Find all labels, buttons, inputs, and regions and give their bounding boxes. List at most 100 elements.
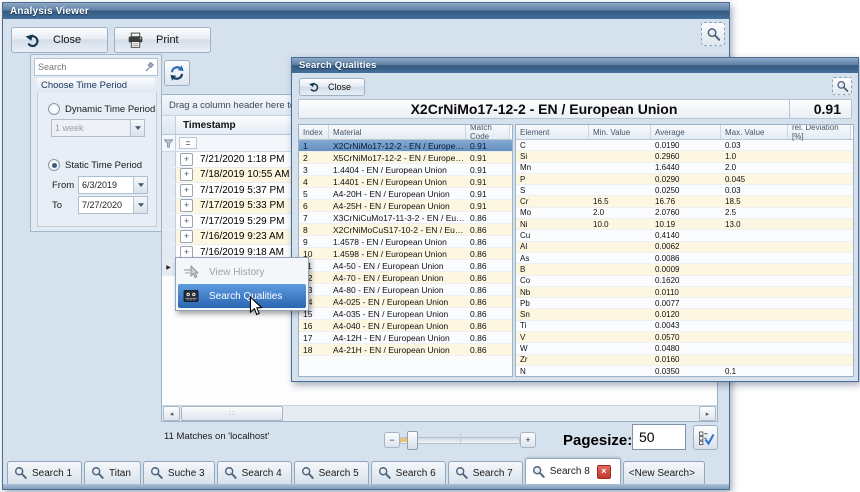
material-row[interactable]: 17A4-12H - EN / European Union0.86 [299, 332, 512, 344]
material-cell: 1 [299, 141, 329, 151]
tab-search-5[interactable]: Search 5 [294, 461, 369, 484]
slider-thumb[interactable] [407, 431, 418, 450]
print-button[interactable]: Print [114, 27, 211, 53]
element-cell: Cr [516, 197, 589, 206]
expand-icon[interactable]: + [180, 215, 193, 228]
element-row[interactable]: Mn1.64402.0 [516, 163, 853, 174]
material-row[interactable]: 7X3CrNiCuMo17-11-3-2 - EN / European Uni… [299, 212, 512, 224]
refresh-button[interactable] [164, 60, 190, 86]
tab-titan[interactable]: Titan [84, 461, 141, 484]
expand-icon[interactable]: + [180, 153, 193, 166]
chevron-down-icon[interactable] [133, 197, 147, 213]
pagesize-input[interactable] [632, 424, 686, 450]
material-row[interactable]: 14A4-025 - EN / European Union0.86 [299, 296, 512, 308]
dynamic-time-period-radio[interactable]: Dynamic Time Period [48, 103, 155, 115]
tab-search-6[interactable]: Search 6 [371, 461, 446, 484]
material-cell: 5 [299, 189, 329, 199]
material-row[interactable]: 15A4-035 - EN / European Union0.86 [299, 308, 512, 320]
quality-match-value: 0.91 [789, 100, 851, 118]
material-cell: A4-21H - EN / European Union [329, 345, 466, 355]
tab-search-7[interactable]: Search 7 [448, 461, 523, 484]
search-button[interactable] [701, 22, 725, 46]
expand-icon[interactable]: + [180, 184, 193, 197]
slider-minus-button[interactable]: − [384, 432, 400, 448]
main-titlebar[interactable]: Analysis Viewer [3, 3, 729, 19]
filter-funnel-icon[interactable] [162, 135, 176, 151]
element-row[interactable]: As0.0086 [516, 253, 853, 264]
chevron-down-icon[interactable] [133, 177, 147, 193]
element-row[interactable]: Sn0.0120 [516, 309, 853, 320]
to-date-combobox[interactable]: 7/27/2020 [78, 196, 148, 214]
element-row[interactable]: Ni10.010.1913.0 [516, 219, 853, 230]
element-row[interactable]: S0.02500.03 [516, 185, 853, 196]
tab-search-4[interactable]: Search 4 [217, 461, 292, 484]
search-input[interactable] [35, 62, 144, 72]
element-row[interactable]: V0.0570 [516, 332, 853, 343]
horizontal-scrollbar[interactable]: ◂ :: ▸ [162, 405, 717, 421]
popup-search-button[interactable] [832, 77, 852, 95]
element-row[interactable]: Si0.29601.0 [516, 151, 853, 162]
filter-operator[interactable]: = [179, 137, 197, 149]
popup-titlebar[interactable]: Search Qualities [292, 58, 858, 73]
element-row[interactable]: W0.0480 [516, 343, 853, 354]
minvalue-column-header[interactable]: Min. Value [589, 125, 651, 139]
material-row[interactable]: 13A4-80 - EN / European Union0.86 [299, 284, 512, 296]
element-row[interactable]: Al0.0062 [516, 242, 853, 253]
close-tab-icon[interactable]: × [597, 465, 611, 479]
material-row[interactable]: 18A4-21H - EN / European Union0.86 [299, 344, 512, 356]
material-row[interactable]: 2X5CrNiMo17-12-2 - EN / European Union0.… [299, 152, 512, 164]
scroll-left-icon[interactable]: ◂ [163, 406, 180, 421]
element-row[interactable]: Nb0.0110 [516, 287, 853, 298]
element-row[interactable]: Zr0.0160 [516, 355, 853, 366]
apply-pagesize-button[interactable] [693, 425, 718, 450]
tab-new-search[interactable]: <New Search> [623, 461, 705, 484]
pin-icon[interactable] [144, 62, 155, 73]
close-button[interactable]: Close [11, 27, 108, 53]
element-row[interactable]: Cr16.516.7618.5 [516, 196, 853, 207]
matchcode-column-header[interactable]: Match Code [466, 125, 510, 139]
material-row[interactable]: 16A4-040 - EN / European Union0.86 [299, 320, 512, 332]
maxvalue-column-header[interactable]: Max. Value [721, 125, 788, 139]
material-row[interactable]: 31.4404 - EN / European Union0.91 [299, 164, 512, 176]
element-row[interactable]: B0.0009 [516, 264, 853, 275]
scroll-right-icon[interactable]: ▸ [699, 406, 716, 421]
slider-plus-button[interactable]: + [520, 432, 536, 448]
material-cell: A4-80 - EN / European Union [329, 285, 466, 295]
material-column-header[interactable]: Material [329, 125, 466, 139]
expand-icon[interactable]: + [180, 199, 193, 212]
from-date-combobox[interactable]: 6/3/2019 [78, 176, 148, 194]
element-row[interactable]: Ti0.0043 [516, 321, 853, 332]
element-row[interactable]: C0.01900.03 [516, 140, 853, 151]
context-menu-item-search-qualities[interactable]: Search Qualities [178, 284, 306, 308]
zoom-slider[interactable]: − + [384, 431, 536, 448]
context-menu-item-view-history[interactable]: View History [178, 260, 306, 284]
scrollbar-thumb[interactable]: :: [181, 406, 283, 421]
material-row[interactable]: 5A4-20H - EN / European Union0.91 [299, 188, 512, 200]
average-column-header[interactable]: Average [651, 125, 721, 139]
elements-table: Element Min. Value Average Max. Value re… [515, 124, 854, 377]
material-row[interactable]: 8X2CrNiMoCuS17-10-2 - EN / European Unio… [299, 224, 512, 236]
reldeviation-column-header[interactable]: rel. Deviation [%] [788, 125, 851, 139]
tab-suche-3[interactable]: Suche 3 [143, 461, 215, 484]
tab-search-8[interactable]: Search 8× [525, 458, 621, 484]
material-row[interactable]: 12A4-70 - EN / European Union0.86 [299, 272, 512, 284]
expand-icon[interactable]: + [180, 168, 193, 181]
element-row[interactable]: P0.02900.045 [516, 174, 853, 185]
tab-search-1[interactable]: Search 1 [7, 461, 82, 484]
material-row[interactable]: 91.4578 - EN / European Union0.86 [299, 236, 512, 248]
material-row[interactable]: 101.4598 - EN / European Union0.86 [299, 248, 512, 260]
element-row[interactable]: Pb0.0077 [516, 298, 853, 309]
static-time-period-radio[interactable]: Static Time Period [48, 159, 142, 171]
index-column-header[interactable]: Index [299, 125, 329, 139]
element-row[interactable]: Mo2.02.07602.5 [516, 208, 853, 219]
element-column-header[interactable]: Element [516, 125, 589, 139]
material-row[interactable]: 41.4401 - EN / European Union0.91 [299, 176, 512, 188]
material-row[interactable]: 11A4-50 - EN / European Union0.86 [299, 260, 512, 272]
element-row[interactable]: Cu0.4140 [516, 230, 853, 241]
material-row[interactable]: 6A4-25H - EN / European Union0.91 [299, 200, 512, 212]
expand-icon[interactable]: + [180, 230, 193, 243]
popup-close-button[interactable]: Close [299, 78, 365, 96]
material-row[interactable]: 1X2CrNiMo17-12-2 - EN / European Union0.… [299, 140, 512, 152]
element-row[interactable]: Co0.1620 [516, 276, 853, 287]
element-row[interactable]: N0.03500.1 [516, 366, 853, 377]
